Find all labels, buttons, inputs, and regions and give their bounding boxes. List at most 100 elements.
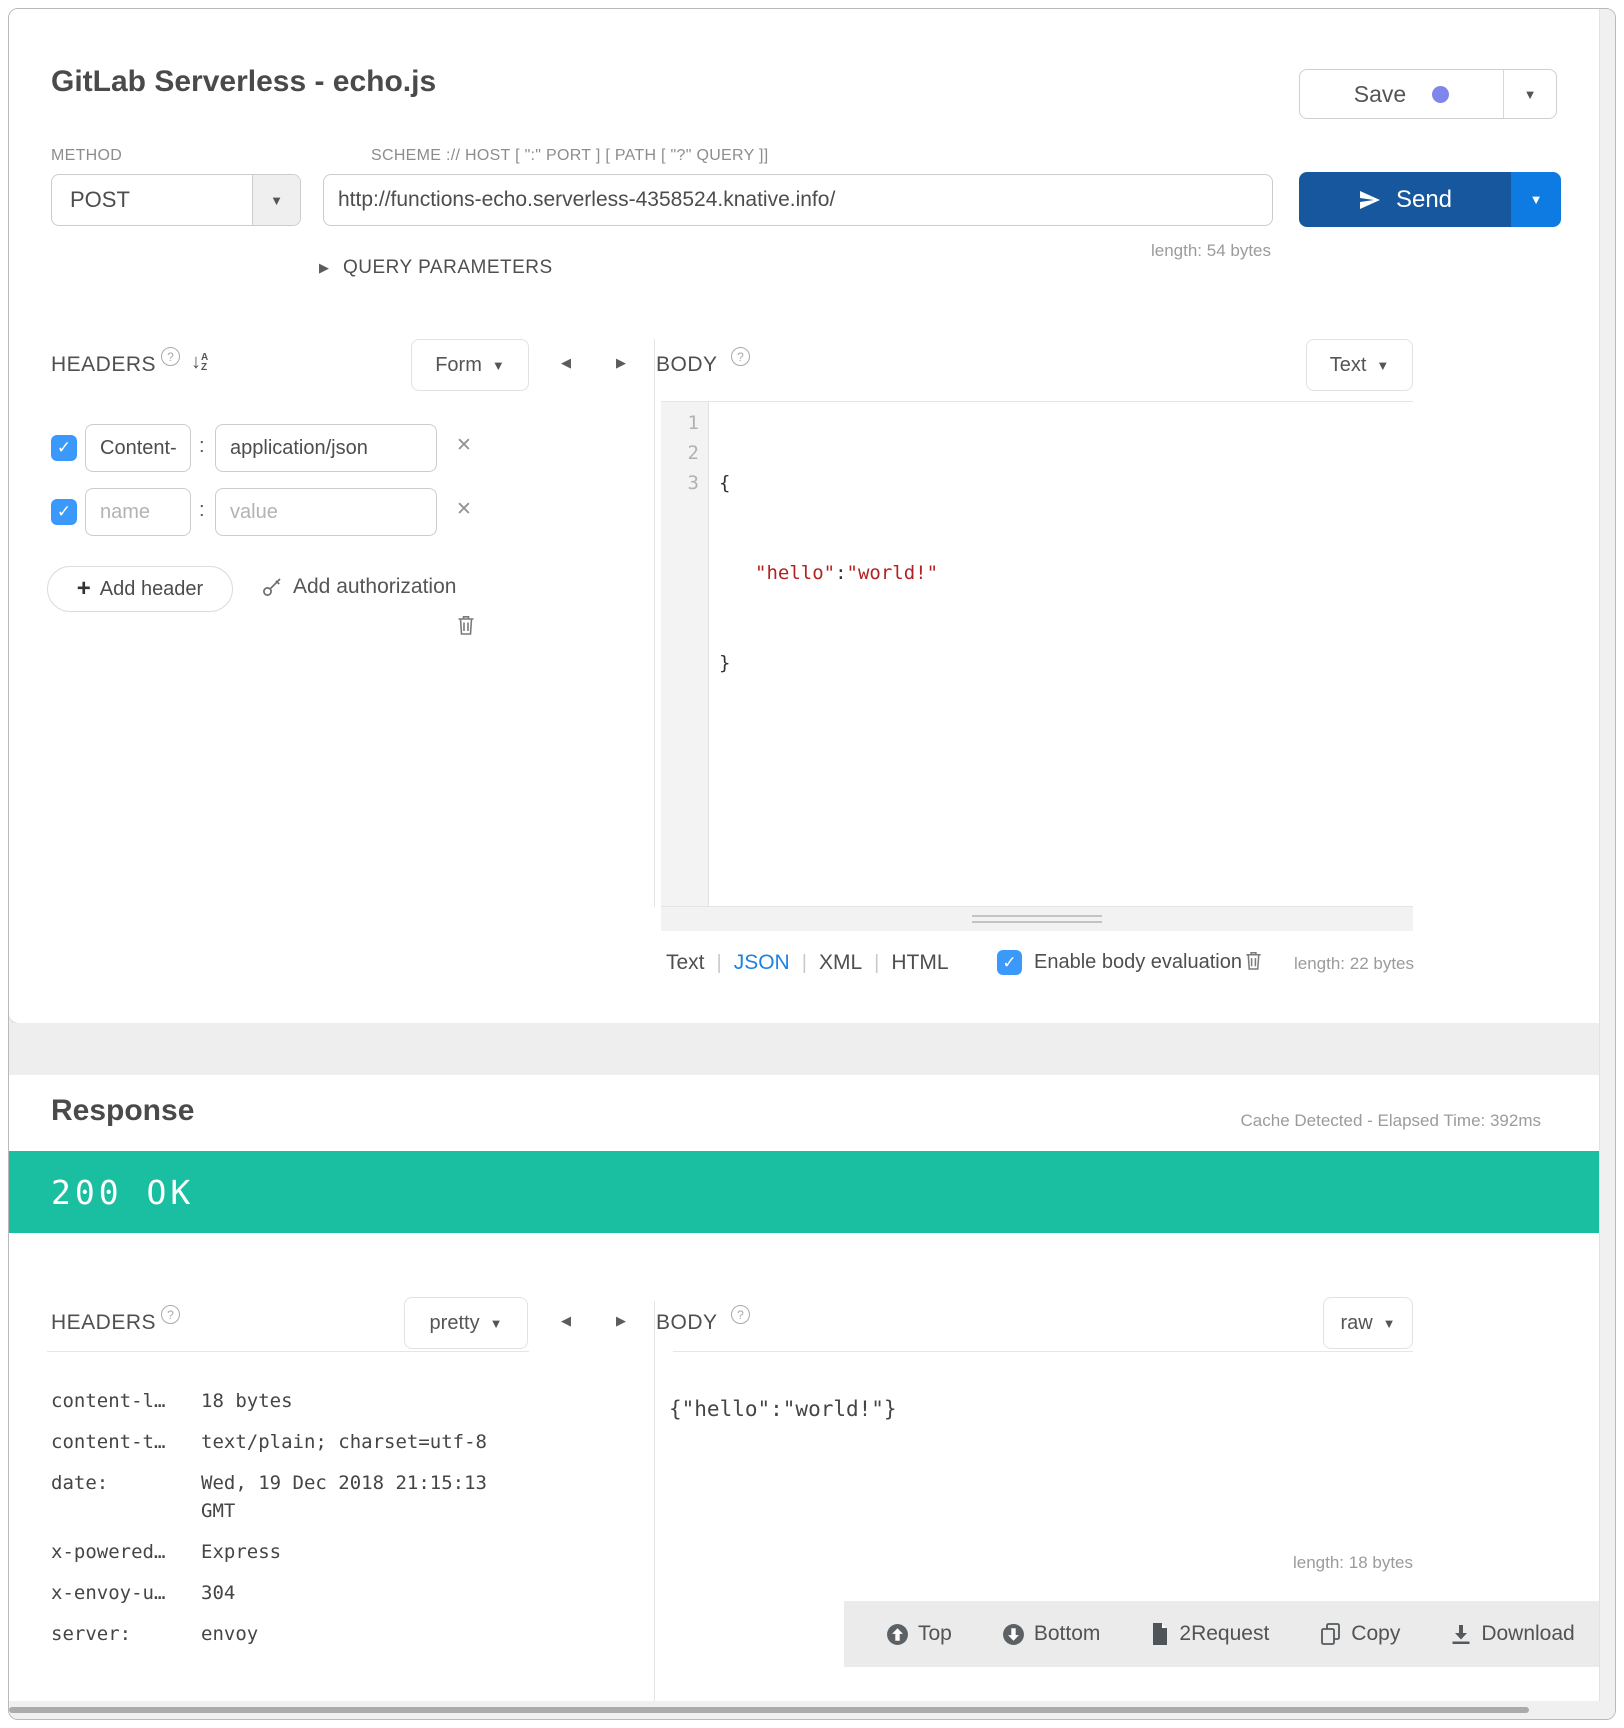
key-icon [261, 576, 283, 598]
download-icon [1450, 1623, 1472, 1645]
response-pane-divider [654, 1301, 655, 1720]
expand-right-pane-icon[interactable]: ▶ [616, 1313, 626, 1329]
plus-icon: + [77, 575, 91, 603]
header-row: ✓ : ✕ [51, 488, 611, 536]
method-select[interactable]: POST ▼ [51, 174, 301, 226]
response-header-row: x-powered…Express [51, 1538, 611, 1566]
body-view-mode-dropdown[interactable]: Text ▼ [1306, 339, 1413, 391]
save-split-button: Save ▼ [1299, 69, 1557, 119]
response-header-row: server:envoy [51, 1620, 611, 1648]
header-value-input[interactable] [215, 488, 437, 536]
response-header-row: content-l…18 bytes [51, 1387, 611, 1415]
chevron-down-icon: ▼ [270, 193, 283, 208]
rest-client-window: GitLab Serverless - echo.js Save ▼ METHO… [8, 8, 1616, 1720]
response-header-row: content-t…text/plain; charset=utf-8 [51, 1428, 611, 1456]
header-row: ✓ : ✕ [51, 424, 611, 472]
header-colon: : [199, 435, 205, 458]
enable-body-evaluation-checkbox[interactable]: ✓ [997, 950, 1022, 975]
request-card: GitLab Serverless - echo.js Save ▼ METHO… [9, 9, 1616, 1023]
request-title: GitLab Serverless - echo.js [51, 65, 436, 99]
response-header-row: x-envoy-u…304 [51, 1579, 611, 1607]
format-json-link[interactable]: JSON [734, 951, 790, 975]
chevron-down-icon: ▼ [1530, 192, 1543, 207]
header-enabled-checkbox[interactable]: ✓ [51, 435, 77, 461]
to-request-button[interactable]: 2Request [1150, 1622, 1269, 1646]
format-xml-link[interactable]: XML [819, 951, 862, 975]
response-headers-title: HEADERS [51, 1311, 156, 1335]
send-menu-button[interactable]: ▼ [1511, 172, 1561, 227]
download-button[interactable]: Download [1450, 1622, 1574, 1646]
query-parameters-label: QUERY PARAMETERS [343, 257, 553, 279]
code-line: } [719, 648, 938, 678]
help-icon[interactable]: ? [731, 347, 750, 366]
help-icon[interactable]: ? [731, 1305, 750, 1324]
remove-header-icon[interactable]: ✕ [456, 498, 472, 521]
copy-button[interactable]: Copy [1319, 1622, 1400, 1646]
send-split-button: Send ▼ [1299, 172, 1561, 227]
query-parameters-toggle[interactable]: ▶ QUERY PARAMETERS [319, 257, 553, 279]
request-body-title: BODY [656, 353, 718, 377]
expand-right-pane-icon[interactable]: ▶ [616, 355, 626, 371]
chevron-down-icon: ▼ [490, 1316, 503, 1331]
response-headers-view-value: pretty [430, 1312, 480, 1335]
header-value-input[interactable] [215, 424, 437, 472]
clear-headers-trash-icon[interactable] [456, 614, 476, 641]
headers-rule [47, 1351, 529, 1352]
help-icon[interactable]: ? [161, 1305, 180, 1324]
editor-resize-handle[interactable] [661, 907, 1413, 931]
document-icon [1150, 1622, 1170, 1646]
response-body-title: BODY [656, 1311, 718, 1335]
sort-az-icon[interactable]: ↓ AZ [191, 351, 208, 374]
send-button[interactable]: Send [1299, 172, 1511, 227]
url-input[interactable] [323, 174, 1273, 226]
request-headers-title: HEADERS [51, 353, 156, 377]
url-length: length: 54 bytes [959, 241, 1271, 261]
method-value: POST [52, 175, 252, 225]
save-button[interactable]: Save [1300, 70, 1504, 118]
headers-view-mode-dropdown[interactable]: Form ▼ [411, 339, 529, 391]
response-body-view-dropdown[interactable]: raw ▼ [1323, 1297, 1413, 1349]
add-header-button[interactable]: + Add header [47, 566, 233, 612]
response-card: Response Cache Detected - Elapsed Time: … [9, 1075, 1616, 1720]
status-code: 200 OK [9, 1173, 194, 1212]
format-text-link[interactable]: Text [666, 951, 705, 975]
chevron-down-icon: ▼ [1524, 87, 1537, 102]
enable-body-evaluation-label: Enable body evaluation [1034, 951, 1242, 974]
collapse-left-pane-icon[interactable]: ◀ [561, 1313, 571, 1329]
copy-icon [1319, 1622, 1342, 1646]
response-title: Response [51, 1094, 194, 1128]
response-body-view-value: raw [1340, 1312, 1372, 1335]
collapse-left-pane-icon[interactable]: ◀ [561, 355, 571, 371]
help-icon[interactable]: ? [161, 347, 180, 366]
header-name-input[interactable] [85, 424, 191, 472]
response-header-row: date:Wed, 19 Dec 2018 21:15:13 GMT [51, 1469, 611, 1525]
headers-view-mode-value: Form [435, 354, 482, 377]
clear-body-trash-icon[interactable] [1244, 950, 1263, 976]
code-line: "hello":"world!" [719, 558, 938, 588]
horizontal-scrollbar[interactable] [9, 1701, 1616, 1720]
header-enabled-checkbox[interactable]: ✓ [51, 499, 77, 525]
remove-header-icon[interactable]: ✕ [456, 434, 472, 457]
chevron-down-icon: ▼ [1376, 358, 1389, 373]
format-html-link[interactable]: HTML [891, 951, 948, 975]
editor-content[interactable]: { "hello":"world!" } [709, 402, 938, 906]
vertical-scrollbar[interactable] [1599, 9, 1616, 1701]
header-name-input[interactable] [85, 488, 191, 536]
response-headers-view-dropdown[interactable]: pretty ▼ [404, 1297, 528, 1349]
arrow-down-circle-icon [1002, 1623, 1025, 1646]
unsaved-indicator-dot [1432, 86, 1449, 103]
horizontal-scrollbar-thumb[interactable] [9, 1707, 1529, 1713]
body-view-mode-value: Text [1330, 354, 1367, 377]
header-colon: : [199, 499, 205, 522]
add-authorization-button[interactable]: Add authorization [261, 575, 456, 599]
save-button-label: Save [1354, 81, 1406, 108]
send-button-label: Send [1396, 186, 1452, 214]
scroll-top-button[interactable]: Top [886, 1622, 952, 1646]
chevron-down-icon: ▼ [492, 358, 505, 373]
arrow-up-circle-icon [886, 1623, 909, 1646]
chevron-right-icon: ▶ [319, 260, 329, 276]
body-evaluation-toggle: ✓ Enable body evaluation [997, 950, 1242, 975]
save-menu-button[interactable]: ▼ [1504, 70, 1556, 118]
body-editor[interactable]: 1 2 3 { "hello":"world!" } [661, 401, 1413, 907]
scroll-bottom-button[interactable]: Bottom [1002, 1622, 1101, 1646]
